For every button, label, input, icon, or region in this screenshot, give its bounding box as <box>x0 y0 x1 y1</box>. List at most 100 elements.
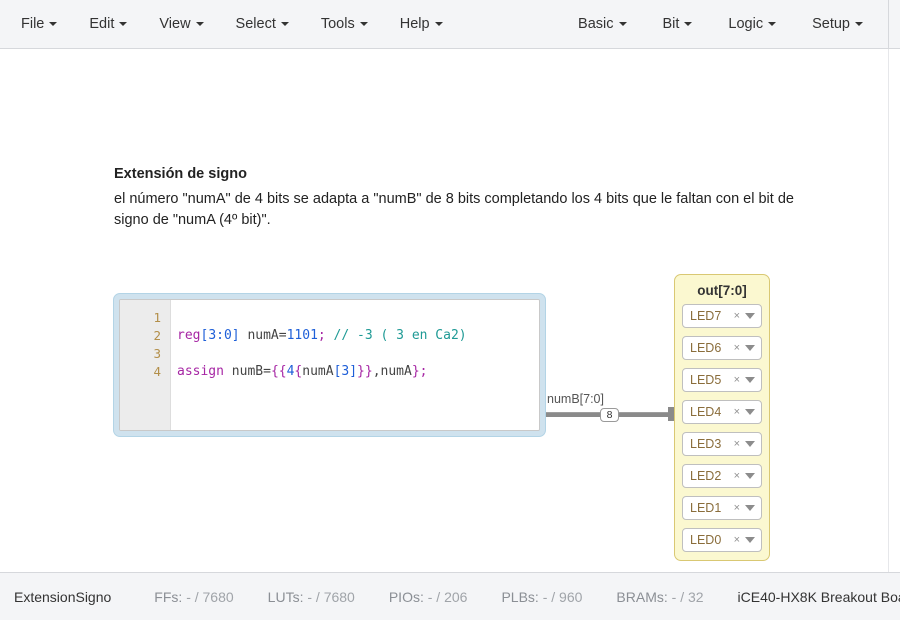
chevron-down-icon[interactable] <box>745 441 755 447</box>
description-body: el número "numA" de 4 bits se adapta a "… <box>114 191 794 228</box>
menu-item-label: Setup <box>812 16 850 32</box>
close-icon[interactable]: × <box>732 502 745 514</box>
chevron-down-icon[interactable] <box>745 537 755 543</box>
close-icon[interactable]: × <box>732 438 745 450</box>
chevron-down-icon <box>618 22 627 26</box>
chevron-down-icon <box>359 22 368 26</box>
close-icon[interactable]: × <box>732 374 745 386</box>
output-port-panel[interactable]: out[7:0] LED7 × LED6 × LED5 × LED4 × LED3 × LED2 × L… <box>674 274 770 561</box>
chevron-down-icon <box>280 22 289 26</box>
led-row[interactable]: LED2 × <box>682 464 762 488</box>
led-row[interactable]: LED4 × <box>682 400 762 424</box>
chevron-down-icon[interactable] <box>745 473 755 479</box>
stat-value: - / 960 <box>542 588 583 605</box>
code-line-4: assign numB={{4{numA[3]}},numA}; <box>177 363 539 381</box>
menu-select[interactable]: Select <box>227 10 298 38</box>
menu-bit[interactable]: Bit <box>654 10 702 38</box>
menu-view[interactable]: View <box>150 10 212 38</box>
token-identifier: numA <box>380 364 412 379</box>
token-brace: } <box>411 364 420 379</box>
stat-pios: PIOs: - / 206 <box>389 589 468 605</box>
token-range: 3:0 <box>208 328 232 343</box>
code-text-area[interactable]: reg[3:0] numA=1101; // -3 ( 3 en Ca2) as… <box>171 300 539 430</box>
close-icon[interactable]: × <box>732 310 745 322</box>
stat-key: PLBs: <box>501 588 539 605</box>
status-board-name: iCE40-HX8K Breakout Board <box>737 588 900 605</box>
token-keyword: reg <box>177 328 201 343</box>
menu-setup[interactable]: Setup <box>803 10 872 38</box>
token-comment: // -3 ( 3 en Ca2) <box>325 328 467 343</box>
chevron-down-icon <box>768 22 777 26</box>
token-identifier: numB= <box>223 364 271 379</box>
line-number: 1 <box>153 310 161 325</box>
led-label: LED6 <box>690 341 722 355</box>
led-row[interactable]: LED3 × <box>682 432 762 456</box>
led-label: LED2 <box>690 469 722 483</box>
led-label: LED5 <box>690 373 722 387</box>
stat-key: BRAMs: <box>616 588 668 605</box>
code-line-2: reg[3:0] numA=1101; // -3 ( 3 en Ca2) <box>177 327 539 345</box>
code-editor-inner[interactable]: 1 2 3 4 reg[3:0] numA=1101; // -3 ( 3 en… <box>119 299 540 431</box>
chevron-down-icon <box>855 22 863 26</box>
token-keyword: assign <box>177 364 224 379</box>
stat-plbs: PLBs: - / 960 <box>501 589 582 605</box>
token-bracket: ] <box>231 328 240 343</box>
stat-value: - / 7680 <box>307 588 355 605</box>
menu-item-label: View <box>159 16 191 32</box>
editor-line-number-gutter: 1 2 3 4 <box>120 300 171 430</box>
token-brace: }} <box>357 364 373 379</box>
menu-logic[interactable]: Logic <box>719 10 785 38</box>
chevron-down-icon[interactable] <box>745 313 755 319</box>
menu-item-label: Help <box>399 16 430 32</box>
stat-value: - / 7680 <box>186 588 234 605</box>
line-number: 4 <box>153 364 161 379</box>
token-identifier: numA= <box>239 328 287 343</box>
stat-ffs: FFs: - / 7680 <box>154 589 233 605</box>
token-bracket: ] <box>349 364 358 379</box>
stat-key: PIOs: <box>388 588 424 605</box>
description-title: Extensión de signo <box>114 166 247 182</box>
chevron-down-icon <box>434 22 443 26</box>
stat-brams: BRAMs: - / 32 <box>616 589 703 605</box>
chevron-down-icon[interactable] <box>745 505 755 511</box>
signal-wire-label: numB[7:0] <box>547 392 604 406</box>
chevron-down-icon[interactable] <box>745 377 755 383</box>
menu-item-label: Tools <box>320 16 355 32</box>
line-number: 3 <box>153 346 161 361</box>
stat-value: - / 206 <box>427 588 468 605</box>
close-icon[interactable]: × <box>732 342 745 354</box>
chevron-down-icon[interactable] <box>745 409 755 415</box>
led-label: LED7 <box>690 309 722 323</box>
signal-bitwidth-badge[interactable]: 8 <box>600 408 619 422</box>
menu-item-label: File <box>21 16 45 32</box>
code-editor-block[interactable]: 1 2 3 4 reg[3:0] numA=1101; // -3 ( 3 en… <box>113 293 546 437</box>
led-label: LED1 <box>690 501 722 515</box>
led-list: LED7 × LED6 × LED5 × LED4 × LED3 × LED2 × LED1 × LED0 × <box>682 304 762 552</box>
led-row[interactable]: LED1 × <box>682 496 762 520</box>
led-row[interactable]: LED0 × <box>682 528 762 552</box>
right-gutter-strip <box>888 0 900 620</box>
menu-item-label: Basic <box>578 16 614 32</box>
chevron-down-icon <box>684 22 693 26</box>
menu-tools[interactable]: Tools <box>312 10 377 38</box>
schematic-canvas[interactable]: Extensión de signo el número "numA" de 4… <box>0 50 888 571</box>
led-row[interactable]: LED6 × <box>682 336 762 360</box>
stat-luts: LUTs: - / 7680 <box>268 589 355 605</box>
led-label: LED0 <box>690 533 722 547</box>
led-row[interactable]: LED7 × <box>682 304 762 328</box>
close-icon[interactable]: × <box>732 470 745 482</box>
chevron-down-icon <box>119 22 128 26</box>
menu-edit[interactable]: Edit <box>80 10 136 38</box>
menu-basic[interactable]: Basic <box>569 10 635 38</box>
menu-item-label: Logic <box>728 16 764 32</box>
close-icon[interactable]: × <box>732 406 745 418</box>
chevron-down-icon[interactable] <box>745 345 755 351</box>
menu-help[interactable]: Help <box>391 10 452 38</box>
token-semicolon: ; <box>317 328 326 343</box>
menu-file[interactable]: File <box>12 10 66 38</box>
close-icon[interactable]: × <box>732 534 745 546</box>
menu-item-label: Select <box>235 16 276 32</box>
led-row[interactable]: LED5 × <box>682 368 762 392</box>
led-label: LED4 <box>690 405 722 419</box>
